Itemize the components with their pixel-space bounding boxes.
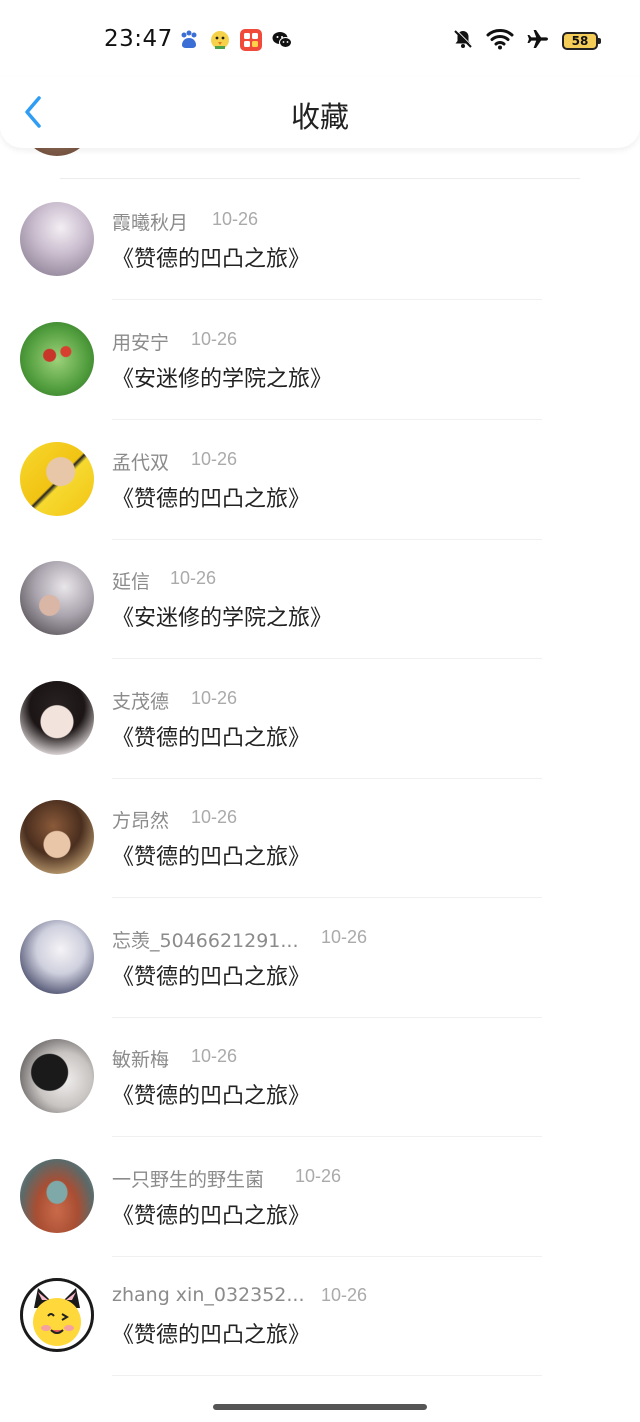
book-title: 《安迷修的学院之旅》 <box>112 606 333 631</box>
user-name: 一只野生的野生菌 <box>112 1169 265 1191</box>
favorite-date: 10-26 <box>191 807 238 827</box>
avatar <box>20 442 94 516</box>
book-title: 《赞德的凹凸之旅》 <box>112 1323 311 1348</box>
list-item[interactable]: 方昂然 10-26 《赞德的凹凸之旅》 <box>0 778 640 898</box>
notification-app-icons <box>178 29 293 51</box>
favorite-date: 10-26 <box>321 927 368 947</box>
book-title: 《赞德的凹凸之旅》 <box>112 247 311 272</box>
avatar <box>20 800 94 874</box>
list-item[interactable]: 支茂德 10-26 《赞德的凹凸之旅》 <box>0 659 640 779</box>
status-time: 23:47 <box>104 26 173 52</box>
user-name: 忘羡_5046621291... <box>112 930 299 952</box>
book-title: 《赞德的凹凸之旅》 <box>112 1084 311 1109</box>
wifi-icon <box>486 28 514 54</box>
list-item[interactable]: 延信 10-26 《安迷修的学院之旅》 <box>0 539 640 659</box>
book-title: 《赞德的凹凸之旅》 <box>112 1204 311 1229</box>
favorite-date: 10-26 <box>191 329 238 349</box>
book-title: 《安迷修的学院之旅》 <box>112 367 333 392</box>
favorite-date: 10-26 <box>170 568 217 588</box>
favorite-date: 10-26 <box>191 688 238 708</box>
chick-icon <box>209 29 231 51</box>
divider <box>112 1375 542 1376</box>
list-item[interactable]: 霞曦秋月 10-26 《赞德的凹凸之旅》 <box>0 180 640 300</box>
favorite-date: 10-26 <box>295 1166 342 1186</box>
user-name: 用安宁 <box>112 332 170 354</box>
video-app-icon <box>240 29 262 51</box>
user-name: 敏新梅 <box>112 1049 170 1071</box>
airplane-icon <box>526 28 550 54</box>
battery-icon: 58 <box>562 32 601 50</box>
status-bar: 23:47 58 <box>0 0 640 80</box>
avatar <box>20 322 94 396</box>
list-item[interactable]: 忘羡_5046621291... 10-26 《赞德的凹凸之旅》 <box>0 898 640 1018</box>
user-name: 方昂然 <box>112 810 170 832</box>
user-name: 支茂德 <box>112 691 170 713</box>
user-name: zhang xin_032352... <box>112 1284 305 1306</box>
list-item[interactable]: 孟代双 10-26 《赞德的凹凸之旅》 <box>0 420 640 540</box>
favorite-date: 10-26 <box>191 1046 238 1066</box>
emoji-avatar-icon <box>20 1278 94 1352</box>
book-title: 《赞德的凹凸之旅》 <box>112 726 311 751</box>
book-title: 《赞德的凹凸之旅》 <box>112 845 311 870</box>
list-item[interactable]: 用安宁 10-26 《安迷修的学院之旅》 <box>0 300 640 420</box>
book-title: 《赞德的凹凸之旅》 <box>112 487 311 512</box>
user-name: 霞曦秋月 <box>112 212 189 234</box>
avatar <box>20 1278 94 1352</box>
favorite-date: 10-26 <box>212 209 259 229</box>
home-indicator[interactable] <box>213 1404 427 1410</box>
avatar <box>20 681 94 755</box>
avatar <box>20 1039 94 1113</box>
user-name: 孟代双 <box>112 452 170 474</box>
avatar <box>20 561 94 635</box>
user-name: 延信 <box>112 571 151 593</box>
list-item[interactable]: zhang xin_032352... 10-26 《赞德的凹凸之旅》 <box>0 1256 640 1376</box>
avatar <box>20 920 94 994</box>
list-item[interactable]: 敏新梅 10-26 《赞德的凹凸之旅》 <box>0 1017 640 1137</box>
mute-icon <box>452 28 474 54</box>
system-icons: 58 <box>452 28 601 54</box>
baidu-icon <box>178 29 200 51</box>
divider <box>60 178 580 179</box>
list-item[interactable]: 一只野生的野生菌 10-26 《赞德的凹凸之旅》 <box>0 1137 640 1257</box>
top-nav-bar: 收藏 <box>0 76 640 148</box>
avatar <box>20 202 94 276</box>
wechat-icon <box>271 29 293 51</box>
book-title: 《赞德的凹凸之旅》 <box>112 965 311 990</box>
avatar <box>20 1159 94 1233</box>
favorite-date: 10-26 <box>321 1285 368 1305</box>
favorite-date: 10-26 <box>191 449 238 469</box>
page-title: 收藏 <box>290 100 349 134</box>
